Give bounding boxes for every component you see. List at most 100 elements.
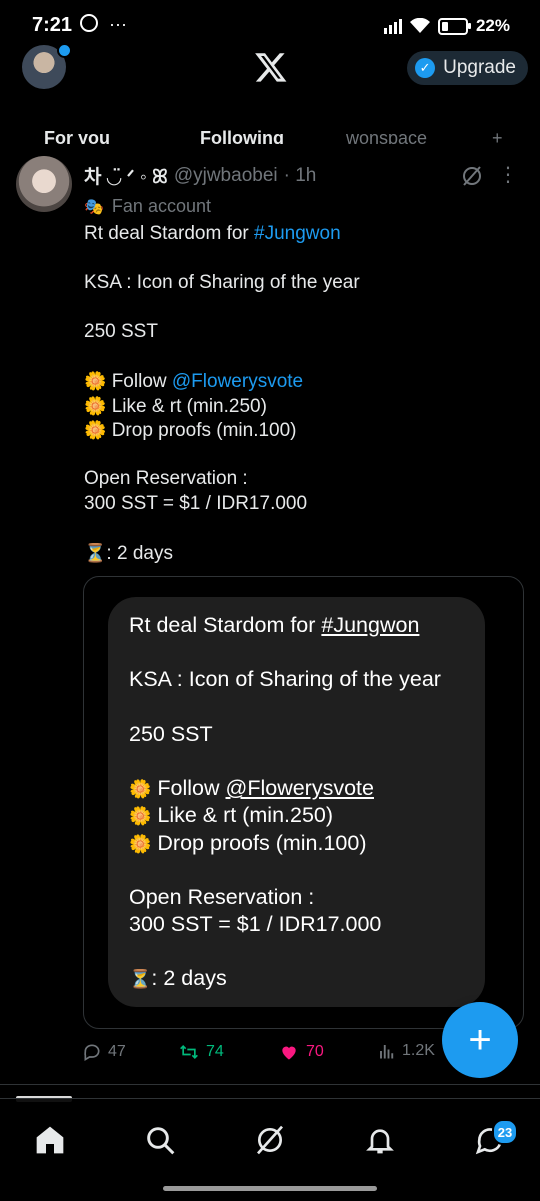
messages-badge: 23 (492, 1119, 518, 1145)
line-text: Like & rt (min.250) (151, 803, 334, 828)
text-line (84, 516, 524, 541)
inline-link[interactable]: @Flowerysvote (226, 776, 374, 800)
text-line: KSA : Icon of Sharing of the year (84, 271, 524, 296)
text-line: 250 SST (84, 320, 524, 345)
reply-count: 47 (108, 1043, 126, 1060)
x-logo-icon (255, 53, 287, 82)
line-text: KSA : Icon of Sharing of the year (84, 272, 360, 293)
line-text: Follow (106, 371, 172, 392)
retweet-count: 74 (206, 1043, 224, 1060)
text-line: Rt deal Stardom for #Jungwon (84, 222, 524, 247)
wifi-icon (409, 18, 430, 33)
text-line: 🌼 Drop proofs (min.100) (84, 418, 524, 443)
message-bubble-icon (80, 14, 98, 32)
line-text: Follow (151, 776, 226, 801)
inline-link[interactable]: #Jungwon (321, 613, 419, 637)
inline-link[interactable]: #Jungwon (254, 223, 341, 244)
text-line: 300 SST = $1 / IDR17.000 (84, 492, 524, 517)
home-icon[interactable] (34, 1124, 66, 1156)
text-line (129, 857, 479, 884)
compose-button[interactable]: + (442, 1002, 518, 1078)
text-line (84, 247, 524, 272)
media-bubble-text: Rt deal Stardom for #Jungwon KSA : Icon o… (129, 612, 479, 993)
status-time: 7:21 (32, 14, 73, 36)
text-line: 300 SST = $1 / IDR17.000 (129, 911, 479, 938)
fan-mask-icon: 🎭 (84, 198, 104, 216)
line-text: KSA : Icon of Sharing of the year (129, 667, 441, 692)
signal-icon (383, 18, 402, 34)
tab-for-you[interactable]: For you (44, 128, 110, 144)
text-line (129, 694, 479, 721)
line-text: Drop proofs (min.100) (106, 420, 297, 441)
text-line (129, 748, 479, 775)
retweet-icon (180, 1044, 198, 1060)
grok-icon[interactable] (460, 164, 484, 188)
text-line: Open Reservation : (129, 884, 479, 911)
author-name[interactable]: 차 ◡̈ ᐟ ◦ ꕤ (84, 162, 168, 189)
reply-button[interactable]: 47 (82, 1042, 126, 1062)
emoji-icon: 🌼 (84, 395, 107, 416)
notification-dot (57, 43, 72, 58)
search-icon[interactable] (144, 1124, 176, 1156)
views-button[interactable]: 1.2K (378, 1042, 435, 1060)
verified-icon: ✓ (415, 58, 436, 78)
line-text: 250 SST (129, 721, 213, 746)
text-line: ⏳: 2 days (129, 965, 479, 992)
battery-level (441, 21, 448, 31)
text-line: 🌼 Follow @Flowerysvote (84, 369, 524, 394)
like-button[interactable]: 70 (278, 1042, 324, 1062)
status-notification-icons: ··· (78, 14, 127, 35)
fan-account-text: Fan account (111, 196, 211, 216)
line-text: 250 SST (84, 321, 158, 342)
like-icon (282, 1046, 296, 1060)
line-text: : 2 days (106, 542, 173, 564)
tweet-divider (0, 1084, 540, 1085)
tab-following[interactable]: Following (200, 128, 284, 144)
text-line: 250 SST (129, 721, 479, 748)
views-count: 1.2K (402, 1042, 435, 1059)
retweet-button[interactable]: 74 (178, 1042, 224, 1062)
text-line: Rt deal Stardom for #Jungwon (129, 612, 479, 639)
text-line: KSA : Icon of Sharing of the year (129, 666, 479, 693)
emoji-icon: ⏳ (84, 542, 107, 563)
add-tab-icon[interactable]: + (492, 128, 503, 144)
line-text: Drop proofs (min.100) (151, 830, 367, 855)
more-icon[interactable]: ⋮ (498, 162, 518, 187)
tweet-author-avatar[interactable] (16, 156, 72, 212)
line-text: 300 SST = $1 / IDR17.000 (129, 912, 382, 937)
inline-link[interactable]: @Flowerysvote (172, 371, 303, 392)
emoji-icon: 🌼 (129, 833, 152, 854)
line-text: Open Reservation : (84, 468, 248, 489)
home-indicator (163, 1186, 377, 1191)
tab-wonspace[interactable]: wonspace (346, 128, 427, 144)
status-right: 22% (383, 16, 510, 36)
text-line: 🌼 Follow @Flowerysvote (129, 775, 479, 802)
battery-icon (437, 17, 471, 35)
timeline-tabs: For you Following wonspace + (0, 128, 540, 144)
more-dots-icon: ··· (109, 14, 127, 34)
grok-nav-icon[interactable] (254, 1124, 286, 1156)
line-text: : 2 days (151, 966, 227, 991)
text-line: 🌼 Like & rt (min.250) (129, 802, 479, 829)
emoji-icon: 🌼 (129, 806, 152, 827)
line-text: Rt deal Stardom for (84, 223, 255, 244)
views-icon (380, 1045, 394, 1059)
text-line (84, 345, 524, 370)
line-text: Open Reservation : (129, 884, 315, 909)
author-handle[interactable]: @yjwbaobei (174, 165, 278, 187)
reply-icon (84, 1044, 100, 1061)
text-line (84, 296, 524, 321)
plus-icon: + (468, 1017, 492, 1062)
fan-account-label: 🎭 Fan account (84, 196, 211, 217)
text-line: 🌼 Like & rt (min.250) (84, 394, 524, 419)
tweet-header: 차 ◡̈ ᐟ ◦ ꕤ @yjwbaobei · 1h (84, 162, 316, 189)
tweet-time: · 1h (283, 164, 317, 186)
upgrade-label: Upgrade (443, 57, 516, 78)
text-line: 🌼 Drop proofs (min.100) (129, 830, 479, 857)
line-text: Like & rt (min.250) (106, 395, 267, 417)
line-text: Rt deal Stardom for (129, 613, 322, 637)
upgrade-button[interactable]: ✓ Upgrade (407, 51, 528, 85)
text-line (129, 938, 479, 965)
tweet-text: Rt deal Stardom for #Jungwon KSA : Icon o… (84, 222, 524, 565)
bell-icon[interactable] (364, 1124, 396, 1156)
